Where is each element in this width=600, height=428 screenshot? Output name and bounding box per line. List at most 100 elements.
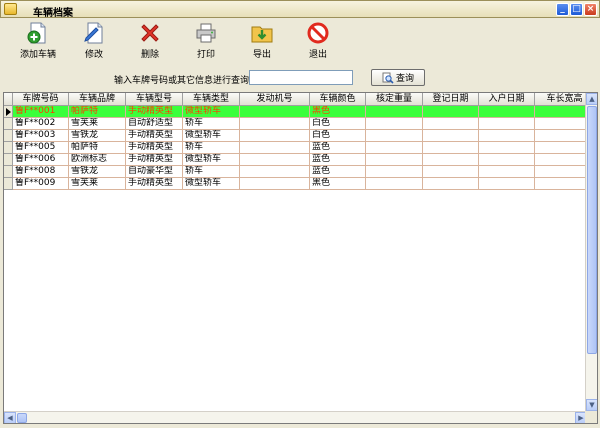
table-cell[interactable]: 手动精英型 <box>126 142 183 154</box>
table-cell[interactable] <box>479 106 535 118</box>
table-cell[interactable] <box>423 166 479 178</box>
column-header[interactable]: 发动机号 <box>240 93 310 106</box>
table-cell[interactable]: 帕萨特 <box>69 106 126 118</box>
maximize-button[interactable]: □ <box>570 3 583 16</box>
table-cell[interactable]: 鲁F**005 <box>13 142 69 154</box>
table-cell[interactable]: 自动舒适型 <box>126 118 183 130</box>
table-cell[interactable]: 手动精英型 <box>126 130 183 142</box>
table-cell[interactable] <box>366 142 423 154</box>
table-cell[interactable]: 轿车 <box>183 166 240 178</box>
delete-button[interactable]: 删除 <box>126 21 174 63</box>
table-cell[interactable] <box>240 166 310 178</box>
scroll-left-icon[interactable]: ◀ <box>4 412 16 423</box>
table-cell[interactable]: 黑色 <box>310 178 366 190</box>
vertical-scrollbar[interactable]: ▲ ▼ <box>585 93 597 411</box>
search-input[interactable] <box>249 70 353 85</box>
print-button[interactable]: 打印 <box>182 21 230 63</box>
table-cell[interactable]: 黑色 <box>310 106 366 118</box>
column-header[interactable]: 核定重量 <box>366 93 423 106</box>
table-cell[interactable] <box>366 130 423 142</box>
horizontal-scroll-thumb[interactable] <box>17 413 27 423</box>
table-cell[interactable] <box>366 166 423 178</box>
table-cell[interactable]: 蓝色 <box>310 166 366 178</box>
row-indicator[interactable] <box>4 166 13 178</box>
table-cell[interactable]: 白色 <box>310 118 366 130</box>
column-header[interactable]: 登记日期 <box>423 93 479 106</box>
table-cell[interactable]: 雪铁龙 <box>69 166 126 178</box>
column-header[interactable]: 车辆颜色 <box>310 93 366 106</box>
table-row[interactable]: 鲁F**006 欧洲标志 手动精英型 微型轿车 蓝色 <box>4 154 595 166</box>
table-cell[interactable] <box>423 130 479 142</box>
table-cell[interactable] <box>423 178 479 190</box>
column-header[interactable]: 车辆型号 <box>126 93 183 106</box>
table-cell[interactable] <box>366 106 423 118</box>
table-cell[interactable]: 微型轿车 <box>183 178 240 190</box>
table-cell[interactable]: 鲁F**009 <box>13 178 69 190</box>
table-cell[interactable]: 轿车 <box>183 118 240 130</box>
table-row[interactable]: 鲁F**002 雪芙莱 自动舒适型 轿车 白色 <box>4 118 595 130</box>
edit-button[interactable]: 修改 <box>70 21 118 63</box>
table-cell[interactable]: 手动精英型 <box>126 154 183 166</box>
table-cell[interactable] <box>240 106 310 118</box>
table-cell[interactable] <box>366 178 423 190</box>
table-cell[interactable] <box>240 118 310 130</box>
table-cell[interactable]: 手动精英型 <box>126 178 183 190</box>
table-cell[interactable] <box>366 118 423 130</box>
table-cell[interactable] <box>479 142 535 154</box>
table-cell[interactable]: 蓝色 <box>310 142 366 154</box>
table-cell[interactable] <box>366 154 423 166</box>
horizontal-scrollbar[interactable]: ◀ ▶ <box>4 411 587 423</box>
row-indicator[interactable] <box>4 106 13 118</box>
table-cell[interactable] <box>240 142 310 154</box>
table-cell[interactable]: 鲁F**006 <box>13 154 69 166</box>
table-cell[interactable]: 鲁F**001 <box>13 106 69 118</box>
table-row[interactable]: 鲁F**009 雪芙莱 手动精英型 微型轿车 黑色 <box>4 178 595 190</box>
table-cell[interactable] <box>479 178 535 190</box>
minimize-button[interactable]: _ <box>556 3 569 16</box>
table-cell[interactable]: 欧洲标志 <box>69 154 126 166</box>
table-row[interactable]: 鲁F**008 雪铁龙 自动豪华型 轿车 蓝色 <box>4 166 595 178</box>
row-indicator[interactable] <box>4 130 13 142</box>
row-indicator[interactable] <box>4 178 13 190</box>
scroll-up-icon[interactable]: ▲ <box>586 93 597 105</box>
table-cell[interactable] <box>423 106 479 118</box>
export-button[interactable]: 导出 <box>238 21 286 63</box>
column-header[interactable]: 车牌号码 <box>13 93 69 106</box>
table-cell[interactable]: 自动豪华型 <box>126 166 183 178</box>
table-cell[interactable]: 帕萨特 <box>69 142 126 154</box>
add-vehicle-button[interactable]: 添加车辆 <box>14 21 62 63</box>
table-cell[interactable] <box>240 178 310 190</box>
table-cell[interactable]: 微型轿车 <box>183 154 240 166</box>
close-button[interactable]: × <box>584 3 597 16</box>
row-indicator[interactable] <box>4 142 13 154</box>
table-cell[interactable] <box>479 130 535 142</box>
table-row[interactable]: 鲁F**005 帕萨特 手动精英型 轿车 蓝色 <box>4 142 595 154</box>
table-cell[interactable]: 鲁F**003 <box>13 130 69 142</box>
table-cell[interactable]: 手动精英型 <box>126 106 183 118</box>
table-cell[interactable]: 鲁F**008 <box>13 166 69 178</box>
table-cell[interactable]: 微型轿车 <box>183 130 240 142</box>
row-indicator[interactable] <box>4 118 13 130</box>
scroll-down-icon[interactable]: ▼ <box>586 399 597 411</box>
table-cell[interactable]: 雪铁龙 <box>69 130 126 142</box>
table-cell[interactable]: 雪芙莱 <box>69 178 126 190</box>
row-indicator[interactable] <box>4 154 13 166</box>
table-cell[interactable]: 轿车 <box>183 142 240 154</box>
table-cell[interactable] <box>423 142 479 154</box>
table-cell[interactable] <box>479 154 535 166</box>
table-cell[interactable] <box>423 154 479 166</box>
exit-button[interactable]: 退出 <box>294 21 342 63</box>
table-cell[interactable]: 白色 <box>310 130 366 142</box>
column-header[interactable]: 车辆类型 <box>183 93 240 106</box>
table-cell[interactable] <box>240 154 310 166</box>
table-cell[interactable]: 雪芙莱 <box>69 118 126 130</box>
table-cell[interactable]: 微型轿车 <box>183 106 240 118</box>
table-cell[interactable] <box>423 118 479 130</box>
table-cell[interactable] <box>479 118 535 130</box>
column-header[interactable]: 车辆品牌 <box>69 93 126 106</box>
vertical-scroll-thumb[interactable] <box>587 106 597 354</box>
table-cell[interactable]: 蓝色 <box>310 154 366 166</box>
table-cell[interactable] <box>240 130 310 142</box>
table-row[interactable]: 鲁F**003 雪铁龙 手动精英型 微型轿车 白色 <box>4 130 595 142</box>
column-header[interactable]: 入户日期 <box>479 93 535 106</box>
